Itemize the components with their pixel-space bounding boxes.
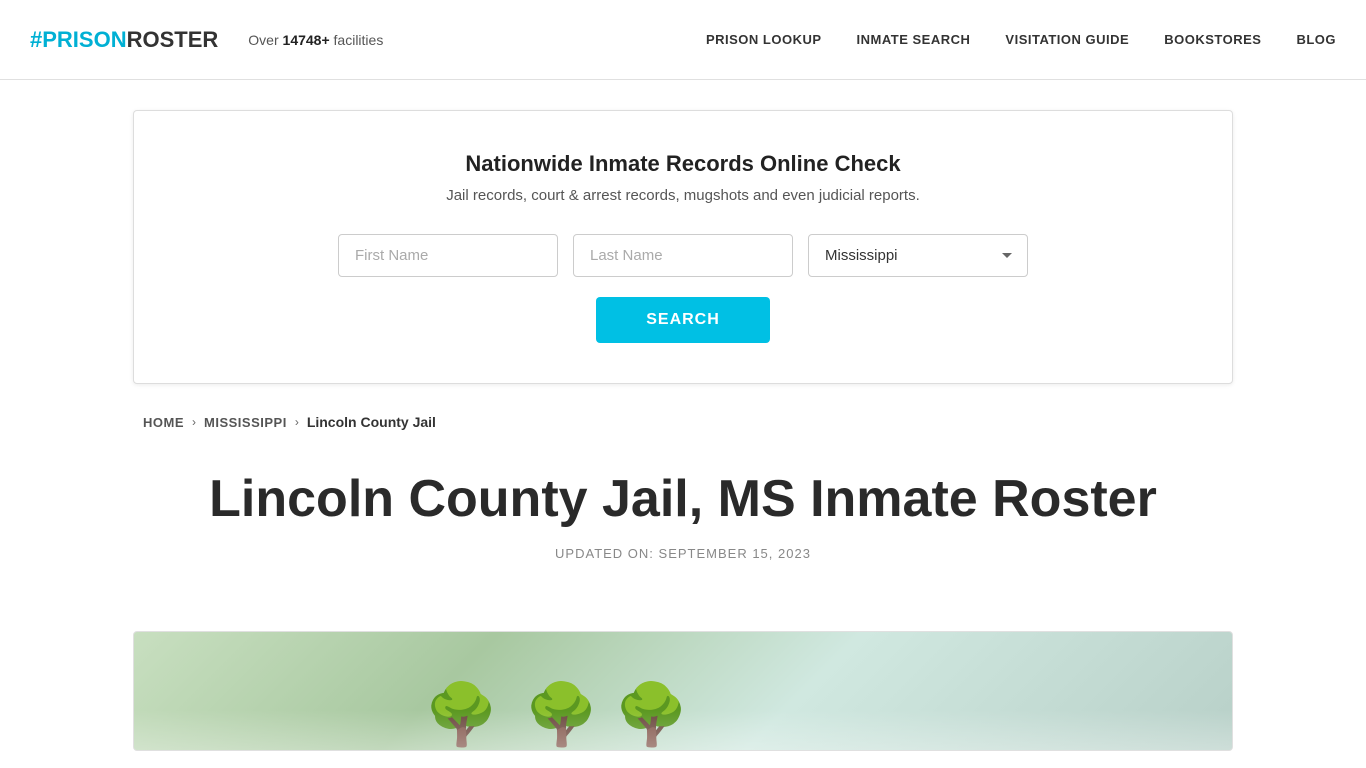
logo[interactable]: #PRISONROSTER [30, 27, 218, 53]
page-title: Lincoln County Jail, MS Inmate Roster [143, 470, 1223, 530]
main-content: Lincoln County Jail, MS Inmate Roster UP… [133, 450, 1233, 631]
facilities-prefix: Over [248, 32, 282, 48]
logo-roster: ROSTER [127, 27, 219, 52]
tree-icon-2 [524, 679, 599, 750]
search-button[interactable]: SEARCH [596, 297, 770, 343]
nav-visitation-guide[interactable]: VISITATION GUIDE [1005, 32, 1129, 47]
logo-prison: PRISON [42, 27, 126, 52]
search-banner-title: Nationwide Inmate Records Online Check [184, 151, 1182, 177]
breadcrumb-current: Lincoln County Jail [307, 414, 436, 430]
facilities-number: 14748+ [283, 32, 330, 48]
breadcrumb-separator-1: › [192, 415, 196, 429]
main-nav: PRISON LOOKUP INMATE SEARCH VISITATION G… [706, 32, 1336, 47]
tree-icon-1 [424, 679, 499, 750]
tree-icon-3 [614, 679, 689, 750]
facilities-count: Over 14748+ facilities [248, 32, 383, 48]
nav-prison-lookup[interactable]: PRISON LOOKUP [706, 32, 822, 47]
nav-blog[interactable]: BLOG [1296, 32, 1336, 47]
search-banner: Nationwide Inmate Records Online Check J… [133, 110, 1233, 384]
logo-hash: # [30, 27, 42, 52]
site-header: #PRISONROSTER Over 14748+ facilities PRI… [0, 0, 1366, 80]
facilities-suffix: facilities [330, 32, 384, 48]
logo-link[interactable]: #PRISONROSTER [30, 27, 218, 53]
breadcrumb-state[interactable]: Mississippi [204, 415, 287, 430]
search-form: Mississippi Alabama Alaska Arizona [184, 234, 1182, 277]
state-select[interactable]: Mississippi Alabama Alaska Arizona [808, 234, 1028, 277]
facility-image [133, 631, 1233, 751]
breadcrumb-home[interactable]: Home [143, 415, 184, 430]
breadcrumb: Home › Mississippi › Lincoln County Jail [133, 414, 1233, 430]
first-name-input[interactable] [338, 234, 558, 277]
last-name-input[interactable] [573, 234, 793, 277]
search-button-row: SEARCH [184, 297, 1182, 343]
breadcrumb-separator-2: › [295, 415, 299, 429]
updated-date: UPDATED ON: SEPTEMBER 15, 2023 [143, 546, 1223, 561]
search-banner-subtitle: Jail records, court & arrest records, mu… [184, 187, 1182, 204]
nav-inmate-search[interactable]: INMATE SEARCH [857, 32, 971, 47]
nav-bookstores[interactable]: BOOKSTORES [1164, 32, 1261, 47]
